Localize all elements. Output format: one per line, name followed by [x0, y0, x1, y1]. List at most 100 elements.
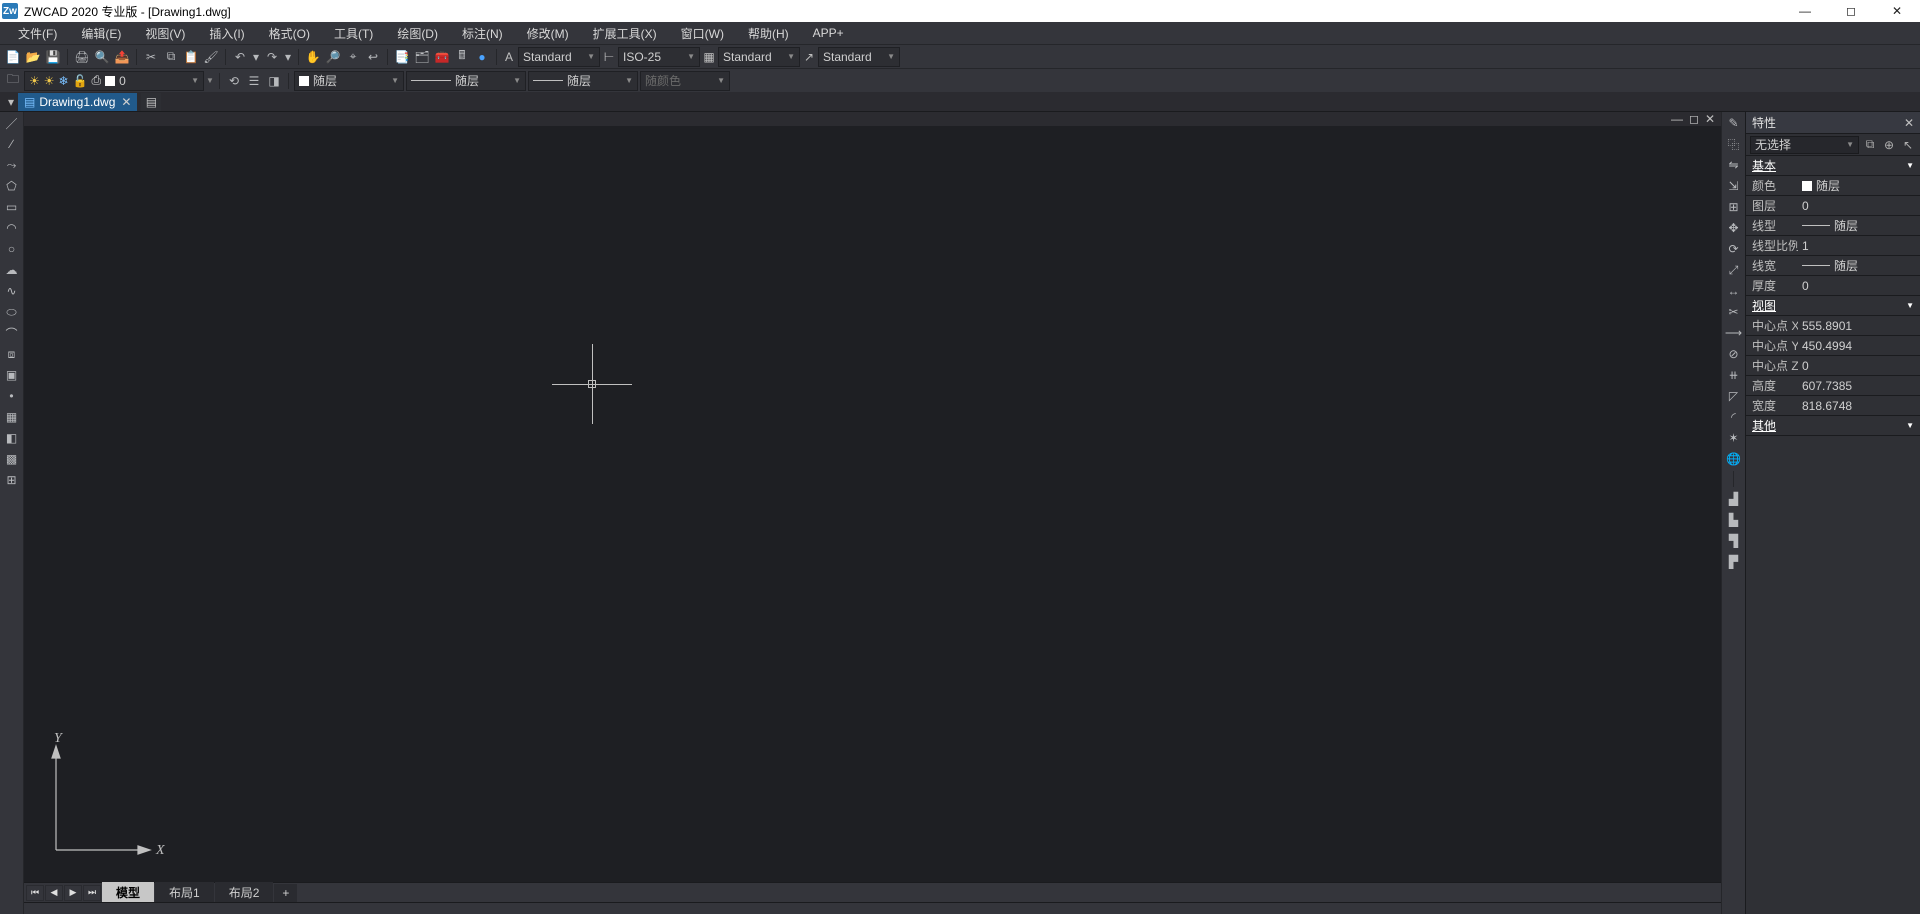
copy-obj-icon[interactable]: ⿻ [1725, 135, 1743, 153]
menu-view[interactable]: 视图(V) [133, 23, 197, 44]
tablestyle-combo[interactable]: Standard▼ [718, 47, 800, 67]
publish-icon[interactable]: 📤 [113, 48, 131, 66]
viewport-max-icon[interactable]: ◻ [1689, 112, 1699, 126]
prop-value[interactable]: 555.8901 [1798, 319, 1914, 333]
prop-row[interactable]: 线宽随层 [1746, 256, 1920, 276]
menu-draw[interactable]: 绘图(D) [385, 23, 450, 44]
mirror-icon[interactable]: ⇋ [1725, 156, 1743, 174]
file-tab-close-icon[interactable]: ✕ [121, 95, 131, 109]
arc-icon[interactable]: ◠ [3, 219, 21, 237]
menu-help[interactable]: 帮助(H) [736, 23, 801, 44]
redo-dd-icon[interactable]: ▾ [283, 48, 293, 66]
file-tab-drawing1[interactable]: ▤ Drawing1.dwg ✕ [18, 93, 137, 111]
extend-icon[interactable]: ⟶ [1725, 324, 1743, 342]
tab-nav-prev[interactable]: ◀ [45, 885, 63, 901]
prop-row[interactable]: 线型随层 [1746, 216, 1920, 236]
paste-icon[interactable]: 📋 [182, 48, 200, 66]
prop-row[interactable]: 宽度818.6748 [1746, 396, 1920, 416]
menu-file[interactable]: 文件(F) [6, 23, 69, 44]
point-icon[interactable]: • [3, 387, 21, 405]
revcloud-icon[interactable]: ☁ [3, 261, 21, 279]
copy-icon[interactable]: ⧉ [162, 48, 180, 66]
circle-icon[interactable]: ○ [3, 240, 21, 258]
prop-value[interactable]: 0 [1798, 199, 1914, 213]
pickadd-icon[interactable]: ⊕ [1881, 137, 1897, 153]
menu-modify[interactable]: 修改(M) [515, 23, 581, 44]
lineweight-combo[interactable]: 随层▼ [528, 71, 638, 91]
rotate-icon[interactable]: ⟳ [1725, 240, 1743, 258]
menu-insert[interactable]: 插入(I) [197, 23, 256, 44]
ellipse-icon[interactable]: ⬭ [3, 303, 21, 321]
prop-row[interactable]: 厚度0 [1746, 276, 1920, 296]
array-icon[interactable]: ⊞ [1725, 198, 1743, 216]
explode-icon[interactable]: ✶ [1725, 429, 1743, 447]
prop-value[interactable]: 随层 [1798, 257, 1914, 274]
prop-row[interactable]: 高度607.7385 [1746, 376, 1920, 396]
layermgr-icon[interactable]: 🗀 [4, 72, 22, 90]
hatch-icon[interactable]: ▦ [3, 408, 21, 426]
props-icon[interactable]: 📑 [393, 48, 411, 66]
viewport-close-icon[interactable]: ✕ [1705, 112, 1715, 126]
draworder-above-icon[interactable]: ▜ [1725, 532, 1743, 550]
redo-icon[interactable]: ↷ [263, 48, 281, 66]
trim-icon[interactable]: ✂ [1725, 303, 1743, 321]
fillet-icon[interactable]: ◜ [1725, 408, 1743, 426]
new-icon[interactable]: 📄 [4, 48, 22, 66]
offset-icon[interactable]: ⇲ [1725, 177, 1743, 195]
join-icon[interactable]: ⧺ [1725, 366, 1743, 384]
prop-value[interactable]: 随层 [1798, 177, 1914, 194]
open-icon[interactable]: 📂 [24, 48, 42, 66]
layout-tab-add[interactable]: + [274, 884, 297, 902]
menu-app[interactable]: APP+ [801, 24, 856, 42]
zoom-win-icon[interactable]: ⌖ [344, 48, 362, 66]
maximize-button[interactable]: ◻ [1828, 0, 1874, 22]
tab-nav-last[interactable]: ⏭ [83, 885, 101, 901]
layer-combo[interactable]: ☀☀❄🔓⎙ 0 ▼ [24, 71, 204, 91]
world-icon[interactable]: 🌐 [1725, 450, 1743, 468]
zoom-prev-icon[interactable]: ↩ [364, 48, 382, 66]
layout-tab-layout1[interactable]: 布局1 [155, 882, 214, 903]
section-other[interactable]: 其他▼ [1746, 416, 1920, 436]
layerprev-icon[interactable]: ⟲ [225, 72, 243, 90]
save-icon[interactable]: 💾 [44, 48, 62, 66]
rectangle-icon[interactable]: ▭ [3, 198, 21, 216]
stretch-icon[interactable]: ↔ [1725, 282, 1743, 300]
undo-dd-icon[interactable]: ▾ [251, 48, 261, 66]
linetype-combo[interactable]: 随层▼ [406, 71, 526, 91]
menu-ext[interactable]: 扩展工具(X) [581, 23, 669, 44]
ellipsearc-icon[interactable]: ⌒ [3, 324, 21, 342]
selectobj-icon[interactable]: ↖ [1900, 137, 1916, 153]
prop-row[interactable]: 中心点 X555.8901 [1746, 316, 1920, 336]
cut-icon[interactable]: ✂ [142, 48, 160, 66]
menu-window[interactable]: 窗口(W) [669, 23, 736, 44]
prop-row[interactable]: 线型比例1 [1746, 236, 1920, 256]
layeriso-icon[interactable]: ◨ [265, 72, 283, 90]
plotstyle-combo[interactable]: 随颜色▼ [640, 71, 730, 91]
prop-value[interactable]: 607.7385 [1798, 379, 1914, 393]
tab-filter-icon[interactable]: ▾ [4, 95, 18, 109]
layout-tab-layout2[interactable]: 布局2 [215, 882, 274, 903]
table-icon[interactable]: ⊞ [3, 471, 21, 489]
prop-row[interactable]: 中心点 Z0 [1746, 356, 1920, 376]
calc-icon[interactable]: 🖩 [453, 48, 471, 66]
menu-format[interactable]: 格式(O) [257, 23, 322, 44]
prop-value[interactable]: 1 [1798, 239, 1914, 253]
section-basic[interactable]: 基本▼ [1746, 156, 1920, 176]
draworder-back-icon[interactable]: ▙ [1725, 511, 1743, 529]
erase-icon[interactable]: ✎ [1725, 114, 1743, 132]
menu-edit[interactable]: 编辑(E) [69, 23, 133, 44]
layout-tab-model[interactable]: 模型 [102, 882, 154, 903]
scale-icon[interactable]: ⤢ [1725, 261, 1743, 279]
draworder-under-icon[interactable]: ▛ [1725, 553, 1743, 571]
toolpalette-icon[interactable]: 🧰 [433, 48, 451, 66]
tab-nav-first[interactable]: ⏮ [26, 885, 44, 901]
xline-icon[interactable]: ∕ [3, 135, 21, 153]
color-combo[interactable]: 随层▼ [294, 71, 404, 91]
draworder-front-icon[interactable]: ▟ [1725, 490, 1743, 508]
clean-icon[interactable]: ● [473, 48, 491, 66]
section-view[interactable]: 视图▼ [1746, 296, 1920, 316]
region-icon[interactable]: ▩ [3, 450, 21, 468]
prop-value[interactable]: 450.4994 [1798, 339, 1914, 353]
pan-icon[interactable]: ✋ [304, 48, 322, 66]
tab-nav-next[interactable]: ▶ [64, 885, 82, 901]
